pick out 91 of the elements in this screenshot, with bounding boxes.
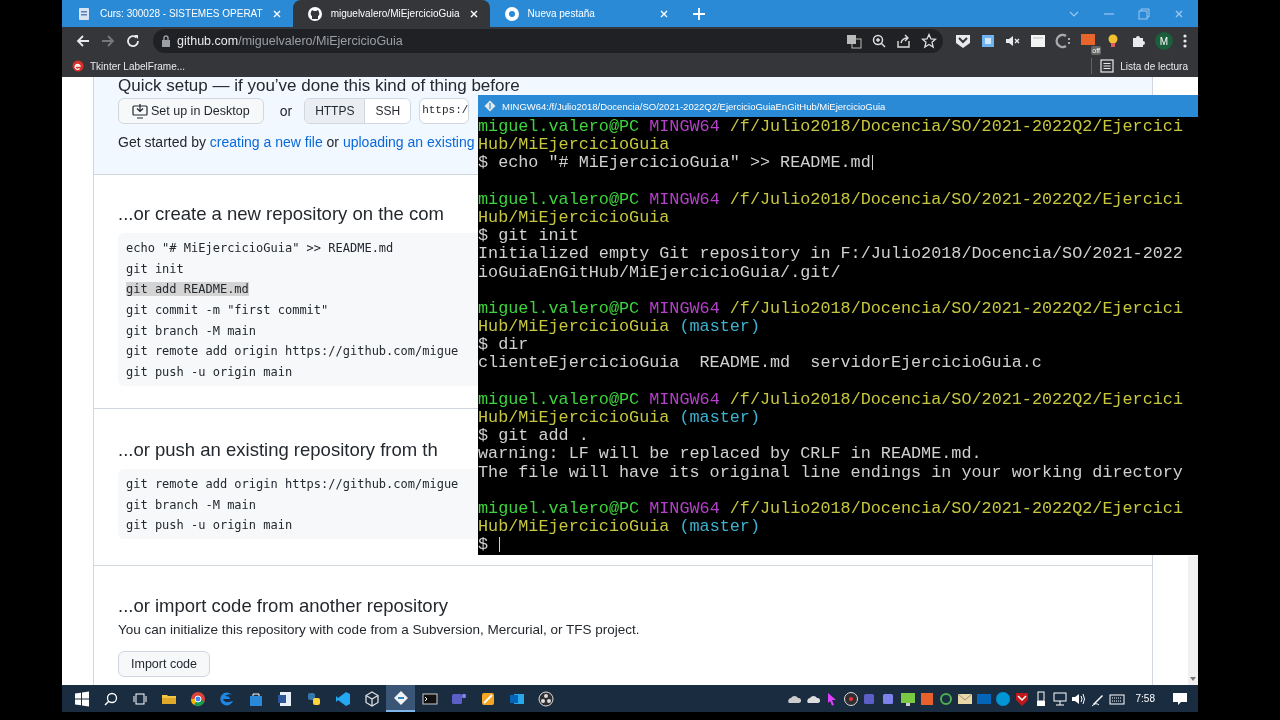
code-line: git remote add origin https://github.com/migue bbox=[126, 344, 459, 359]
scroll-down-icon[interactable] bbox=[1189, 676, 1197, 682]
git-icon[interactable] bbox=[386, 685, 415, 712]
list-icon bbox=[1100, 59, 1115, 73]
prompt-user: miguel.valero@PC bbox=[478, 189, 640, 209]
description-text: You can initialize this repository with code from a Subversion, Mercurial, or TFS project. bbox=[118, 620, 641, 639]
or-label: or bbox=[279, 103, 293, 119]
translate-icon[interactable] bbox=[846, 33, 862, 49]
terminal-command: $ echo "# MiEjercicioGuia" >> README.md bbox=[478, 153, 871, 173]
code-line: git push -u origin main bbox=[126, 518, 293, 533]
site-icon bbox=[72, 60, 84, 72]
note-icon[interactable] bbox=[1030, 33, 1046, 49]
prompt-system: MINGW64 bbox=[649, 389, 720, 409]
github-icon bbox=[306, 5, 323, 22]
prompt-path: /f/Julio2018/Docencia/SO/2021-2022Q2/Ejercici bbox=[729, 189, 1183, 209]
tab-title: Nueva pestaña bbox=[527, 8, 596, 19]
lock-icon bbox=[161, 35, 171, 47]
tab-title: Curs: 300028 - SISTEMES OPERAT bbox=[100, 8, 263, 19]
git-branch: (master) bbox=[679, 408, 760, 427]
terminal-output: Initialized empty Git repository in F:/Julio2018/Docencia/SO/2021-2022 bbox=[478, 244, 1183, 264]
prompt-user: miguel.valero@PC bbox=[478, 498, 640, 518]
download-icon bbox=[132, 103, 148, 119]
new-tab-icon[interactable] bbox=[691, 7, 706, 21]
prompt-system: MINGW64 bbox=[649, 189, 720, 209]
terminal-output: The file will have its original line endings in your working directory bbox=[478, 462, 1183, 482]
clone-url-field[interactable]: https:/ bbox=[419, 98, 470, 124]
section-heading: ...or create a new repository on the com bbox=[118, 202, 444, 226]
terminal-command: $ bbox=[478, 535, 490, 555]
prompt-user: miguel.valero@PC bbox=[478, 298, 640, 318]
shield-icon[interactable] bbox=[955, 33, 971, 49]
terminal-output: warning: LF will be replaced by CRLF in README.md. bbox=[478, 444, 982, 464]
prompt-system: MINGW64 bbox=[649, 298, 720, 318]
profile-avatar[interactable]: M bbox=[1155, 32, 1173, 50]
terminal-output: clienteEjercicioGuia README.md servidorEjercicioGuia.c bbox=[478, 353, 1042, 373]
browser-tab[interactable]: Nueva pestaña bbox=[489, 0, 680, 27]
chip-icon[interactable] bbox=[980, 33, 996, 49]
code-line: echo "# MiEjercicioGuia" >> README.md bbox=[126, 241, 394, 255]
section-heading: Quick setup — if you’ve done this kind of thing before bbox=[118, 77, 520, 95]
prompt-path: Hub/MiEjercicioGuia bbox=[478, 207, 670, 227]
prompt-path: /f/Julio2018/Docencia/SO/2021-2022Q2/Ejercici bbox=[729, 298, 1183, 318]
site-icon bbox=[76, 5, 92, 22]
prompt-user: miguel.valero@PC bbox=[478, 389, 640, 409]
mute-icon[interactable] bbox=[1005, 33, 1021, 49]
terminal-command: $ git init bbox=[478, 226, 579, 246]
code-line: git remote add origin https://github.com/migue bbox=[126, 476, 459, 491]
scrollbar[interactable] bbox=[1188, 556, 1198, 685]
prompt-path: /f/Julio2018/Docencia/SO/2021-2022Q2/Ejercici bbox=[729, 498, 1183, 518]
tab-title: miguelvalero/MiEjercicioGuia bbox=[330, 8, 460, 19]
prompt-system: MINGW64 bbox=[649, 117, 720, 136]
browser-tab[interactable]: miguelvalero/MiEjercicioGuia bbox=[292, 0, 490, 27]
clock[interactable]: 7:58 bbox=[1135, 693, 1155, 704]
puzzle-icon[interactable] bbox=[1130, 33, 1146, 49]
setup-desktop-button[interactable]: Set up in Desktop bbox=[118, 98, 264, 124]
zoom-icon[interactable] bbox=[871, 33, 887, 49]
url-text: github.com/miguelvalero/MiEjercicioGuia bbox=[177, 34, 403, 48]
prompt-path: /f/Julio2018/Docencia/SO/2021-2022Q2/Ejercici bbox=[729, 389, 1183, 409]
git-branch: (master) bbox=[679, 317, 760, 337]
code-line: git branch -M main bbox=[126, 497, 257, 512]
prompt-path: Hub/MiEjercicioGuia bbox=[478, 408, 670, 427]
prompt-path: Hub/MiEjercicioGuia bbox=[478, 135, 670, 155]
code-line: git branch -M main bbox=[126, 323, 257, 338]
text-link[interactable]: creating a new file bbox=[209, 134, 323, 150]
star-icon[interactable] bbox=[921, 33, 937, 49]
prompt-path: Hub/MiEjercicioGuia bbox=[478, 517, 670, 537]
share-icon[interactable] bbox=[896, 33, 912, 49]
protocol-tab[interactable]: HTTPS bbox=[305, 99, 365, 123]
section-heading: ...or import code from another repository bbox=[118, 593, 449, 618]
terminal-command: $ dir bbox=[478, 335, 529, 355]
code-line: git push -u origin main bbox=[126, 365, 293, 380]
terminal-output: ioGuiaEnGitHub/MiEjercicioGuia/.git/ bbox=[478, 262, 841, 282]
text-link[interactable]: uploading an existing bbox=[342, 134, 475, 150]
prompt-path: /f/Julio2018/Docencia/SO/2021-2022Q2/Ejercici bbox=[729, 117, 1183, 136]
protocol-tab[interactable]: SSH bbox=[364, 99, 411, 123]
section-heading: ...or push an existing repository from th bbox=[118, 437, 438, 462]
chrome-icon bbox=[503, 5, 520, 22]
terminal-command: $ git add . bbox=[478, 426, 589, 446]
address-bar[interactable]: github.com/miguelvalero/MiEjercicioGuia bbox=[153, 29, 943, 53]
prompt-system: MINGW64 bbox=[649, 498, 720, 518]
prompt-path: Hub/MiEjercicioGuia bbox=[478, 317, 670, 337]
window-title: MINGW64:/f/Julio2018/Docencia/SO/2021-2022Q2/EjercicioGuiaEnGitHub/MiEjercicioGuia bbox=[502, 100, 886, 112]
import-code-button[interactable]: Import code bbox=[118, 650, 210, 677]
code-line: git commit -m "first commit" bbox=[126, 303, 329, 318]
code-line: git init bbox=[126, 261, 184, 276]
browser-tab[interactable]: Curs: 300028 - SISTEMES OPERAT bbox=[62, 0, 293, 27]
git-icon bbox=[484, 100, 496, 112]
c-letter-icon[interactable] bbox=[1055, 33, 1071, 49]
bookmark-item[interactable]: Tkinter LabelFrame... bbox=[72, 60, 186, 72]
git-branch: (master) bbox=[679, 517, 760, 537]
prompt-user: miguel.valero@PC bbox=[478, 117, 640, 136]
menu-icon[interactable] bbox=[1182, 33, 1188, 49]
reading-list-button[interactable]: Lista de lectura bbox=[1091, 58, 1188, 74]
